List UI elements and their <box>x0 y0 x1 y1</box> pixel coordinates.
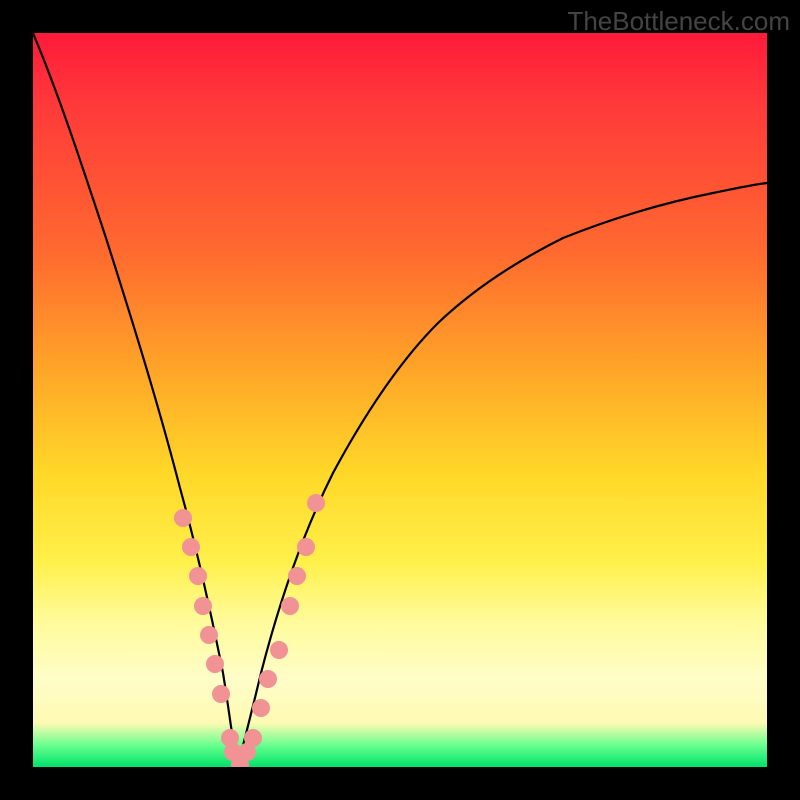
data-point <box>281 597 299 615</box>
watermark-text: TheBottleneck.com <box>567 6 790 37</box>
data-point <box>297 538 315 556</box>
data-point <box>200 626 218 644</box>
data-point <box>174 509 192 527</box>
chart-frame: TheBottleneck.com <box>0 0 800 800</box>
data-point <box>259 670 277 688</box>
data-point <box>288 567 306 585</box>
data-point <box>270 641 288 659</box>
plot-area <box>33 33 767 767</box>
data-point <box>307 494 325 512</box>
data-point <box>189 567 207 585</box>
data-point <box>194 597 212 615</box>
data-point <box>252 699 270 717</box>
data-point <box>212 685 230 703</box>
data-point <box>182 538 200 556</box>
bottleneck-curve <box>33 33 767 767</box>
data-point <box>206 655 224 673</box>
data-point <box>244 729 262 747</box>
